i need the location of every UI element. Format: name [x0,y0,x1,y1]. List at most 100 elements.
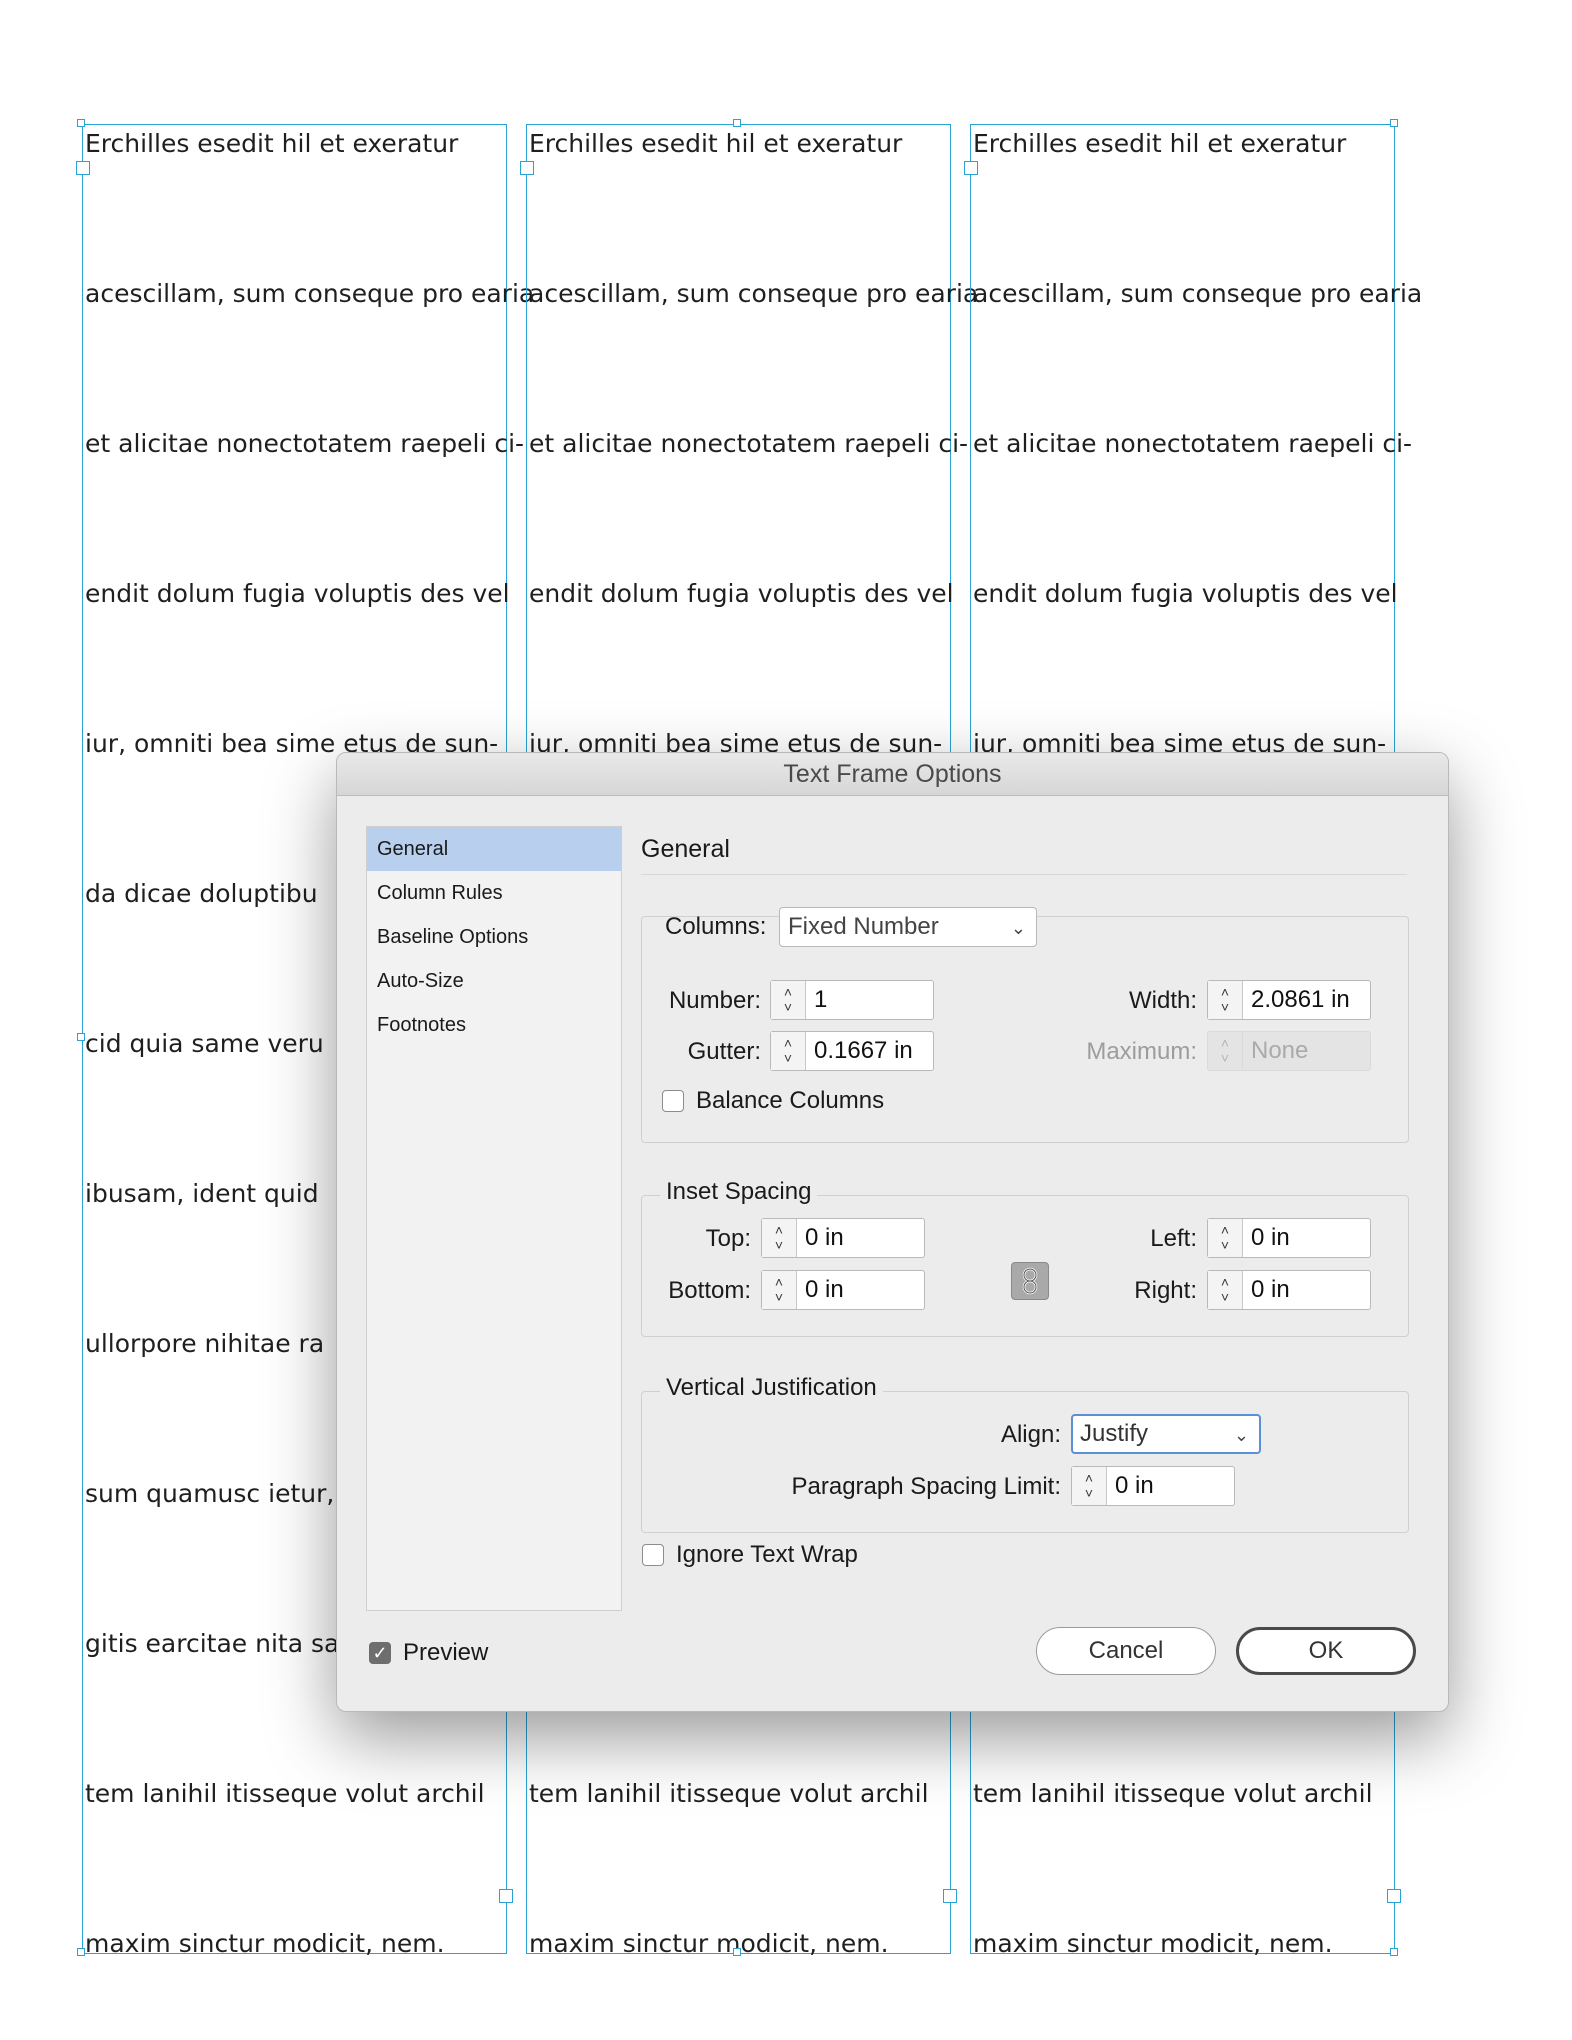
out-port[interactable] [499,1889,513,1903]
preview-label: Preview [403,1639,489,1666]
stepper-arrows-icon[interactable]: ˄ ˅ [762,1271,797,1309]
vertical-justification-group [641,1391,1409,1533]
maximum-value: None [1251,1037,1309,1064]
checkmark-icon: ✓ [372,1643,388,1663]
gutter-label: Gutter: [687,1038,761,1065]
columns-type-value: Fixed Number [788,913,939,940]
balance-columns-checkbox[interactable] [662,1090,684,1112]
in-port[interactable] [520,161,534,175]
frame-text-line: ibusam, ident quid [85,1179,319,1208]
sidebar-item-baseline-options[interactable]: Baseline Options [367,915,621,959]
frame-text-line: endit dolum fugia voluptis des vel [529,579,954,608]
selection-handle-top-left[interactable] [77,119,85,127]
selection-handle-top-right[interactable] [1390,119,1398,127]
paragraph-spacing-limit-value[interactable]: 0 in [1107,1467,1234,1505]
frame-text-line: ullorpore nihitae ra [85,1329,325,1358]
stepper-arrows-icon[interactable]: ˄ ˅ [762,1219,797,1257]
title-divider [641,874,1407,875]
cancel-button[interactable]: Cancel [1036,1627,1216,1675]
align-select[interactable]: Justify ⌄ [1071,1414,1261,1454]
frame-text-line: et alicitae nonectotatem raepeli ci- [973,429,1413,458]
frame-text-line: cid quia same veru [85,1029,324,1058]
frame-text-line: acescillam, sum conseque pro earia [973,279,1423,308]
sidebar-item-column-rules[interactable]: Column Rules [367,871,621,915]
stepper-arrows-icon[interactable]: ˄ ˅ [1208,1219,1243,1257]
ignore-text-wrap-label: Ignore Text Wrap [676,1541,858,1568]
inset-bottom-value[interactable]: 0 in [797,1271,924,1309]
gutter-value[interactable]: 0.1667 in [806,1032,933,1070]
frame-text-line: endit dolum fugia voluptis des vel [973,579,1398,608]
frame-text-line: gitis earcitae nita san [85,1629,356,1658]
frame-text-line: Erchilles esedit hil et exeratur [85,129,459,158]
preview-checkbox[interactable]: ✓ [369,1642,391,1664]
inset-spacing-legend: Inset Spacing [660,1178,818,1206]
vertical-justification-legend: Vertical Justification [660,1374,883,1402]
frame-text-line: sum quamusc ietur, [85,1479,335,1508]
frame-text-line: da dicae doluptibu [85,879,318,908]
inset-left-stepper[interactable]: ˄ ˅ 0 in [1207,1218,1371,1258]
frame-text-line: maxim sinctur modicit, nem. [529,1929,889,1958]
maximum-label: Maximum: [1086,1038,1197,1065]
gutter-stepper[interactable]: ˄ ˅ 0.1667 in [770,1031,934,1071]
chevron-down-icon: ⌄ [1233,1425,1249,1445]
inset-right-label: Right: [1134,1277,1197,1304]
width-label: Width: [1128,987,1197,1014]
out-port[interactable] [943,1889,957,1903]
dialog-title: Text Frame Options [337,753,1448,796]
paragraph-spacing-limit-stepper[interactable]: ˄ ˅ 0 in [1071,1466,1235,1506]
selection-handle-bottom-center[interactable] [733,1948,741,1956]
frame-text-line: maxim sinctur modicit, nem. [85,1929,445,1958]
inset-right-value[interactable]: 0 in [1243,1271,1370,1309]
ok-button[interactable]: OK [1236,1627,1416,1675]
balance-columns-label: Balance Columns [696,1087,885,1114]
inset-bottom-stepper[interactable]: ˄ ˅ 0 in [761,1270,925,1310]
category-sidebar: General Column Rules Baseline Options Au… [366,826,622,1611]
text-frame-options-dialog: Text Frame Options General Column Rules … [336,752,1449,1712]
number-value[interactable]: 1 [806,981,933,1019]
maximum-stepper: ˄ ˅ None [1207,1031,1371,1071]
ignore-text-wrap-checkbox[interactable] [642,1544,664,1566]
selection-handle-top-center[interactable] [733,119,741,127]
width-value[interactable]: 2.0861 in [1243,981,1370,1019]
frame-text-line: maxim sinctur modicit, nem. [973,1929,1333,1958]
inset-top-stepper[interactable]: ˄ ˅ 0 in [761,1218,925,1258]
sidebar-item-general[interactable]: General [367,827,621,871]
frame-text-line: et alicitae nonectotatem raepeli ci- [85,429,525,458]
frame-text-line: tem lanihil itisseque volut archil [529,1779,929,1808]
number-label: Number: [668,987,761,1014]
inset-left-value[interactable]: 0 in [1243,1219,1370,1257]
selection-handle-bottom-right[interactable] [1390,1948,1398,1956]
align-label: Align: [1000,1421,1061,1448]
frame-text-line: tem lanihil itisseque volut archil [85,1779,485,1808]
in-port[interactable] [964,161,978,175]
inset-top-label: Top: [705,1225,751,1252]
selection-handle-bottom-left[interactable] [77,1948,85,1956]
chevron-down-icon: ⌄ [1010,918,1026,938]
inset-bottom-label: Bottom: [668,1277,751,1304]
frame-text-line: tem lanihil itisseque volut archil [973,1779,1373,1808]
panel-title: General [641,835,730,863]
in-port[interactable] [76,161,90,175]
stepper-arrows-icon[interactable]: ˄ ˅ [771,1032,806,1070]
frame-text-line: Erchilles esedit hil et exeratur [973,129,1347,158]
selection-handle-middle-left[interactable] [77,1033,85,1041]
inset-right-stepper[interactable]: ˄ ˅ 0 in [1207,1270,1371,1310]
inset-left-label: Left: [1150,1225,1197,1252]
inset-top-value[interactable]: 0 in [797,1219,924,1257]
align-value: Justify [1080,1420,1149,1447]
frame-text-line: et alicitae nonectotatem raepeli ci- [529,429,969,458]
number-stepper[interactable]: ˄ ˅ 1 [770,980,934,1020]
paragraph-spacing-limit-label: Paragraph Spacing Limit: [791,1473,1061,1500]
stepper-arrows-icon: ˄ ˅ [1208,1032,1243,1070]
out-port[interactable] [1387,1889,1401,1903]
stepper-arrows-icon[interactable]: ˄ ˅ [1208,1271,1243,1309]
sidebar-item-footnotes[interactable]: Footnotes [367,1003,621,1047]
sidebar-item-auto-size[interactable]: Auto-Size [367,959,621,1003]
frame-text-line: acescillam, sum conseque pro earia [85,279,535,308]
columns-type-select[interactable]: Fixed Number ⌄ [779,907,1037,947]
frame-text-line: endit dolum fugia voluptis des vel [85,579,510,608]
stepper-arrows-icon[interactable]: ˄ ˅ [1072,1467,1107,1505]
stepper-arrows-icon[interactable]: ˄ ˅ [1208,981,1243,1019]
width-stepper[interactable]: ˄ ˅ 2.0861 in [1207,980,1371,1020]
stepper-arrows-icon[interactable]: ˄ ˅ [771,981,806,1019]
